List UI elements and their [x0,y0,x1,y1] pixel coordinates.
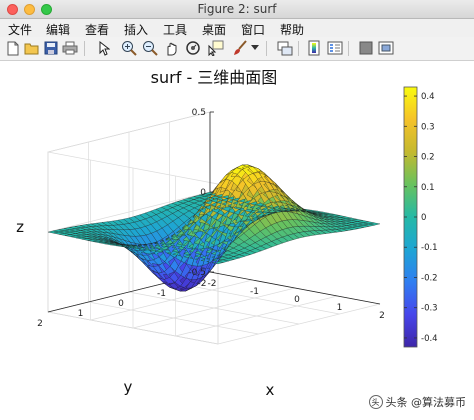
menu-bar: 文件 编辑 查看 插入 工具 桌面 窗口 帮助 [0,19,474,37]
colorbar-tick-label: 0 [421,213,426,223]
menu-tools[interactable]: 工具 [163,21,187,38]
menu-window[interactable]: 窗口 [241,21,265,38]
y-tick-label: 2 [37,319,43,329]
zoom-in-icon[interactable] [121,40,137,56]
menu-view[interactable]: 查看 [85,21,109,38]
colorbar-tick-label: 0.4 [421,92,435,102]
pointer-icon[interactable] [96,40,112,56]
data-cursor-icon[interactable] [208,40,224,56]
plot-title: surf - 三维曲面图 [151,68,278,87]
menu-help[interactable]: 帮助 [280,21,304,38]
z-axis-label: z [16,218,24,236]
insert-legend-icon[interactable] [327,40,343,56]
hide-plot-tools-icon[interactable] [358,40,374,56]
colorbar-tick-label: -0.4 [421,334,438,344]
new-file-icon[interactable] [5,40,21,56]
x-tick-label: -1 [250,287,259,297]
pan-hand-icon[interactable] [163,40,179,56]
toolbar-separator [84,41,85,56]
rotate-3d-icon[interactable] [185,40,201,56]
watermark-text: 头条 @算法募币 [386,394,467,410]
x-tick-label: 2 [379,311,385,321]
insert-colorbar-icon[interactable] [306,40,322,56]
save-icon[interactable] [43,40,59,56]
floor-gridline [218,304,380,344]
colorbar-tick-label: 0.1 [421,183,435,193]
figure-toolbar [0,37,474,61]
y-tick-label: -1 [157,289,166,299]
link-plot-icon[interactable] [277,40,293,56]
y-tick-label: 0 [118,299,124,309]
z-tick-label: 0.5 [192,108,206,118]
watermark: 头 头条 @算法募币 [369,394,467,410]
watermark-logo-icon: 头 [369,395,383,409]
y-axis-label: y [124,378,133,396]
colorbar-tick-label: -0.2 [421,273,438,283]
menu-file[interactable]: 文件 [8,21,32,38]
z-tick-label: 0 [200,188,206,198]
x-tick-label: 0 [294,295,300,305]
brush-icon[interactable] [232,40,248,56]
menu-insert[interactable]: 插入 [124,21,148,38]
menu-edit[interactable]: 编辑 [46,21,70,38]
colorbar-tick-label: -0.1 [421,243,438,253]
colorbar-tick-label: 0.3 [421,122,435,132]
z-tick-label: -0.5 [188,268,206,278]
open-folder-icon[interactable] [24,40,40,56]
x-axis-label: x [266,381,275,399]
surface-plot[interactable]: 0.50-0.5-2-1012210-1-2 surf - 三维曲面图 z x … [0,61,474,416]
colorbar-tick-label: 0.2 [421,153,435,163]
zoom-out-icon[interactable] [142,40,158,56]
print-icon[interactable] [62,40,78,56]
x-tick-label: -2 [208,279,217,289]
x-tick-label: 1 [337,303,343,313]
y-tick-label: -2 [198,279,207,289]
show-plot-tools-icon[interactable] [378,40,394,56]
window-title: Figure 2: surf [0,2,474,16]
toolbar-separator [348,41,349,56]
y-tick-label: 1 [78,309,84,319]
menu-desktop[interactable]: 桌面 [202,21,226,38]
colorbar-tick-label: -0.3 [421,304,438,314]
toolbar-separator [266,41,267,56]
figure-canvas: 0.50-0.5-2-1012210-1-2 surf - 三维曲面图 z x … [0,61,474,416]
toolbar-separator [298,41,299,56]
window-titlebar: Figure 2: surf [0,0,474,19]
brush-dropdown-icon[interactable] [250,40,260,56]
